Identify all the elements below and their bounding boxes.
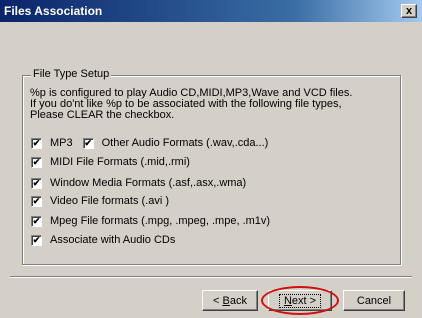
window-title: Files Association xyxy=(4,4,103,18)
video-checkbox[interactable]: ✔ xyxy=(31,195,42,207)
title-bar: Files Association x xyxy=(0,0,422,22)
description-text: %p is configured to play Audio CD,MIDI,M… xyxy=(30,88,390,121)
back-accelerator: B xyxy=(222,294,230,307)
midi-checkbox[interactable]: ✔ xyxy=(31,156,42,168)
midi-label[interactable]: MIDI File Formats (.mid,.rmi) xyxy=(50,156,190,168)
other-audio-row: ✔ Other Audio Formats (.wav,.cda...) xyxy=(82,137,269,149)
group-legend: File Type Setup xyxy=(31,68,112,80)
next-focus-rect: Next > xyxy=(278,293,322,308)
next-button[interactable]: Next > xyxy=(268,290,332,311)
cancel-button[interactable]: Cancel xyxy=(343,290,405,311)
next-accelerator: N xyxy=(283,294,292,307)
mp3-label[interactable]: MP3 xyxy=(50,137,73,149)
back-prefix: < xyxy=(213,294,223,307)
mpeg-checkbox[interactable]: ✔ xyxy=(31,215,42,227)
video-row: ✔ Video File formats (.avi ) xyxy=(31,195,169,207)
mpeg-label[interactable]: Mpeg File formats (.mpg, .mpeg, .mpe, .m… xyxy=(50,215,270,227)
other-audio-checkbox[interactable]: ✔ xyxy=(82,137,94,149)
midi-row: ✔ MIDI File Formats (.mid,.rmi) xyxy=(31,156,190,168)
next-label-rest: ext > xyxy=(291,294,317,307)
mp3-row: ✔ MP3 ✔ Other Audio Formats (.wav,.cda..… xyxy=(31,137,268,149)
audio-cd-row: ✔ Associate with Audio CDs xyxy=(31,234,175,246)
other-audio-label[interactable]: Other Audio Formats (.wav,.cda...) xyxy=(102,137,269,149)
back-button[interactable]: < Back xyxy=(202,290,258,311)
description-line-3: Please CLEAR the checkbox. xyxy=(30,109,175,121)
audio-cd-checkbox[interactable]: ✔ xyxy=(31,234,42,246)
back-label-rest: ack xyxy=(229,294,247,307)
mpeg-row: ✔ Mpeg File formats (.mpg, .mpeg, .mpe, … xyxy=(31,215,270,227)
window-media-checkbox[interactable]: ✔ xyxy=(31,177,42,189)
mp3-checkbox[interactable]: ✔ xyxy=(31,137,42,149)
close-button[interactable]: x xyxy=(401,4,417,18)
video-label[interactable]: Video File formats (.avi ) xyxy=(50,195,169,207)
audio-cd-label[interactable]: Associate with Audio CDs xyxy=(50,234,175,246)
window-media-label[interactable]: Window Media Formats (.asf,.asx,.wma) xyxy=(50,177,246,189)
window-media-row: ✔ Window Media Formats (.asf,.asx,.wma) xyxy=(31,177,246,189)
button-separator xyxy=(10,276,412,278)
